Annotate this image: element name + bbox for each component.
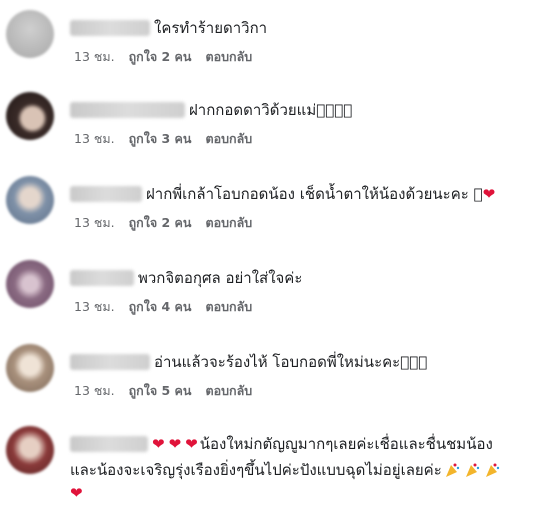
heart-emoji-icon: ❤ (152, 435, 165, 453)
like-count[interactable]: ถูกใจ 4 คน (129, 297, 192, 317)
comment-text: ฝากพี่เกล้าโอบกอดน้อง เช็ดน้ำตาให้น้องด้… (146, 185, 483, 203)
like-count[interactable]: ถูกใจ 3 คน (129, 129, 192, 149)
commenter-name[interactable] (70, 354, 150, 370)
like-count[interactable]: ถูกใจ 5 คน (129, 381, 192, 401)
heart-emoji-icon: ❤ (482, 185, 496, 203)
avatar[interactable] (6, 176, 54, 224)
avatar[interactable] (6, 92, 54, 140)
like-count[interactable]: ถูกใจ 2 คน (129, 213, 192, 233)
comment-time[interactable]: 13 ชม. (74, 129, 115, 149)
comment-text-line1: น้องใหม่กตัญญูมากๆเลยค่ะเชื่อและชื่นชมน้… (199, 435, 493, 453)
heart-emoji-icon: ❤ (168, 435, 182, 453)
comment-time[interactable]: 13 ชม. (74, 213, 115, 233)
reply-button[interactable]: ตอบกลับ (205, 47, 252, 67)
comment-text-line2: และน้องจะเจริญรุ่งเรืองยิ่งๆขึ้นไปค่ะปัง… (70, 461, 442, 479)
avatar[interactable] (6, 426, 54, 474)
comment-text: ใครทำร้ายดาวิกา (154, 19, 268, 37)
comment-time[interactable]: 13 ชม. (74, 297, 115, 317)
reply-button[interactable]: ตอบกลับ (205, 297, 252, 317)
like-count[interactable]: ถูกใจ 2 คน (129, 47, 192, 67)
avatar[interactable] (6, 344, 54, 392)
party-popper-icon (465, 463, 479, 477)
reply-button[interactable]: ตอบกลับ (205, 213, 252, 233)
avatar[interactable] (6, 260, 54, 308)
commenter-name[interactable] (70, 20, 150, 36)
comment-time[interactable]: 13 ชม. (74, 47, 115, 67)
reply-button[interactable]: ตอบกลับ (205, 129, 252, 149)
commenter-name[interactable] (70, 186, 142, 202)
avatar[interactable] (6, 10, 54, 58)
party-popper-icon (485, 463, 499, 477)
commenter-name[interactable] (70, 102, 185, 118)
commenter-name[interactable] (70, 436, 148, 452)
comment-text: ฝากกอดดาวิด้วยแม่􏿿􏿿􏿿􏿿 (189, 101, 353, 119)
commenter-name[interactable] (70, 270, 134, 286)
party-popper-icon (445, 463, 459, 477)
reply-button[interactable]: ตอบกลับ (205, 381, 252, 401)
comment-time[interactable]: 13 ชม. (74, 381, 115, 401)
heart-emoji-icon: ❤ (185, 435, 198, 453)
heart-emoji-icon: ❤ (70, 484, 83, 502)
comment-text: พวกจิตอกุศล อย่าใส่ใจค่ะ (138, 269, 303, 287)
comment-text: อ่านแล้วจะร้องไห้ โอบกอดพี่ใหม่นะคะ􏿿􏿿􏿿 (154, 353, 428, 371)
